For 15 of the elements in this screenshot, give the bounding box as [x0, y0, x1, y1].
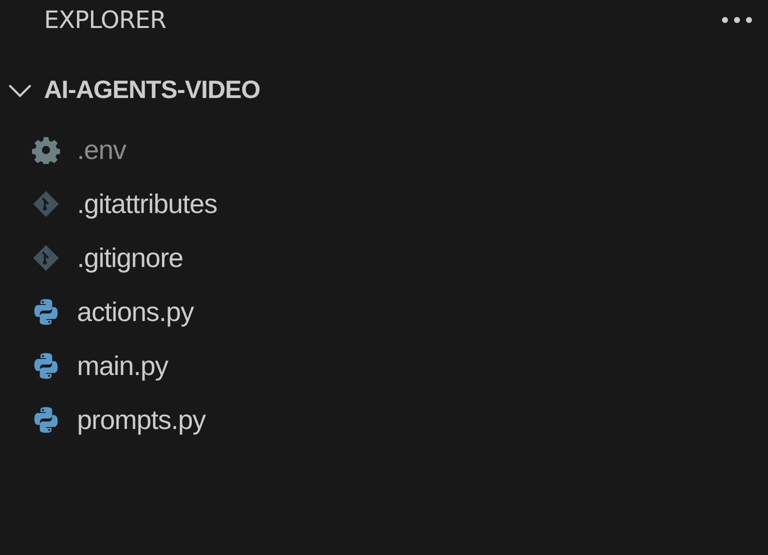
panel-title: EXPLORER: [44, 6, 166, 34]
file-item[interactable]: main.py: [0, 339, 768, 393]
file-item[interactable]: .env: [0, 123, 768, 177]
python-icon: [32, 352, 60, 380]
folder-item[interactable]: AI-AGENTS-VIDEO: [0, 68, 768, 112]
more-actions-icon[interactable]: [720, 14, 754, 26]
file-item[interactable]: prompts.py: [0, 393, 768, 447]
gear-icon: [32, 136, 60, 164]
file-item[interactable]: actions.py: [0, 285, 768, 339]
file-item[interactable]: .gitignore: [0, 231, 768, 285]
git-icon: [32, 244, 60, 272]
python-icon: [32, 298, 60, 326]
git-icon: [32, 190, 60, 218]
file-item[interactable]: .gitattributes: [0, 177, 768, 231]
python-icon: [32, 406, 60, 434]
